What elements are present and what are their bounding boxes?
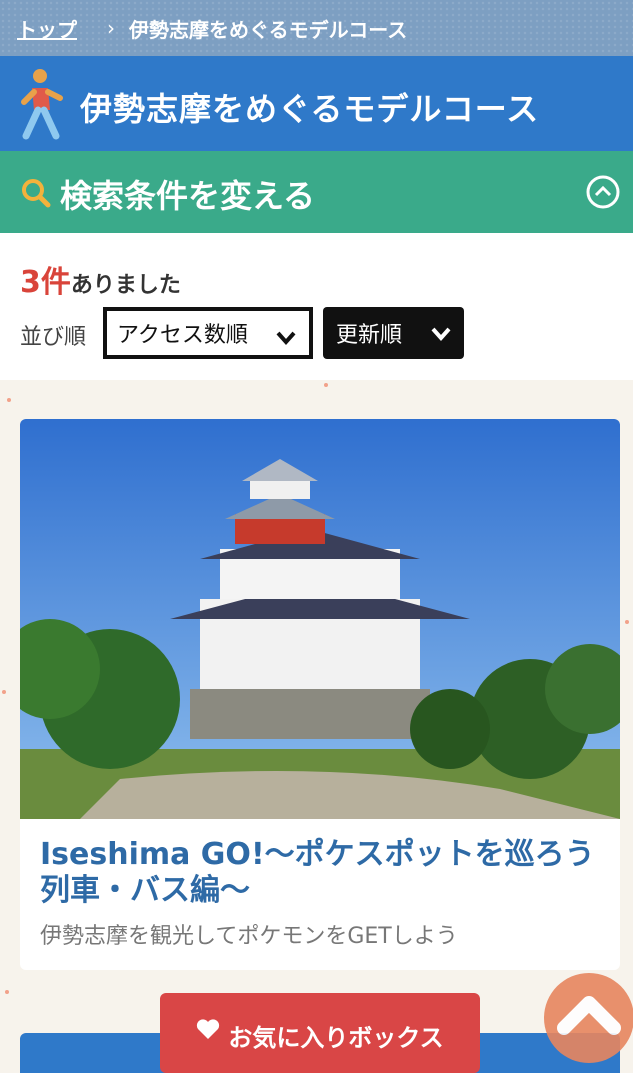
course-subtitle: 伊勢志摩を観光してポケモンをGETしよう	[40, 924, 458, 949]
favorite-box-label: お気に入りボックス	[228, 1024, 444, 1052]
sort-access-label: アクセス数順	[117, 323, 248, 348]
course-photo[interactable]	[20, 419, 620, 819]
breadcrumb-top-link[interactable]: トップ	[17, 14, 77, 43]
sort-label: 並び順	[20, 325, 87, 350]
results-panel: 3件ありました 並び順 アクセス数順 更新順	[0, 233, 633, 380]
breadcrumb-separator: ›	[107, 16, 115, 40]
search-toggle-label: 検索条件を変える	[60, 177, 316, 215]
chevron-down-icon	[430, 323, 452, 348]
heart-icon	[196, 1018, 220, 1046]
course-title[interactable]: Iseshima GO!〜ポケスポットを巡ろう 列車・バス編〜	[40, 837, 600, 909]
sort-updated-select[interactable]: 更新順	[323, 307, 464, 359]
chevron-down-icon	[275, 327, 297, 352]
result-count-number: 3件	[20, 265, 71, 300]
result-count: 3件ありました	[20, 257, 181, 301]
search-toggle-bar[interactable]: 検索条件を変える	[0, 151, 633, 233]
course-card[interactable]: Iseshima GO!〜ポケスポットを巡ろう 列車・バス編〜 伊勢志摩を観光し…	[20, 419, 620, 970]
sort-updated-label: 更新順	[336, 323, 403, 348]
scroll-top-button[interactable]	[544, 973, 633, 1063]
chevron-up-icon[interactable]	[586, 175, 620, 213]
page-header: 伊勢志摩をめぐるモデルコース	[0, 56, 633, 151]
walker-icon	[20, 68, 64, 144]
scroll-top-icon	[557, 996, 621, 1035]
sort-access-select[interactable]: アクセス数順	[103, 307, 313, 359]
favorite-box-button[interactable]: お気に入りボックス	[160, 993, 480, 1073]
result-count-text: ありました	[70, 273, 181, 298]
page-title: 伊勢志摩をめぐるモデルコース	[80, 90, 540, 128]
search-icon	[20, 177, 52, 213]
breadcrumb: トップ › 伊勢志摩をめぐるモデルコース	[0, 0, 633, 56]
breadcrumb-current: 伊勢志摩をめぐるモデルコース	[129, 17, 408, 42]
